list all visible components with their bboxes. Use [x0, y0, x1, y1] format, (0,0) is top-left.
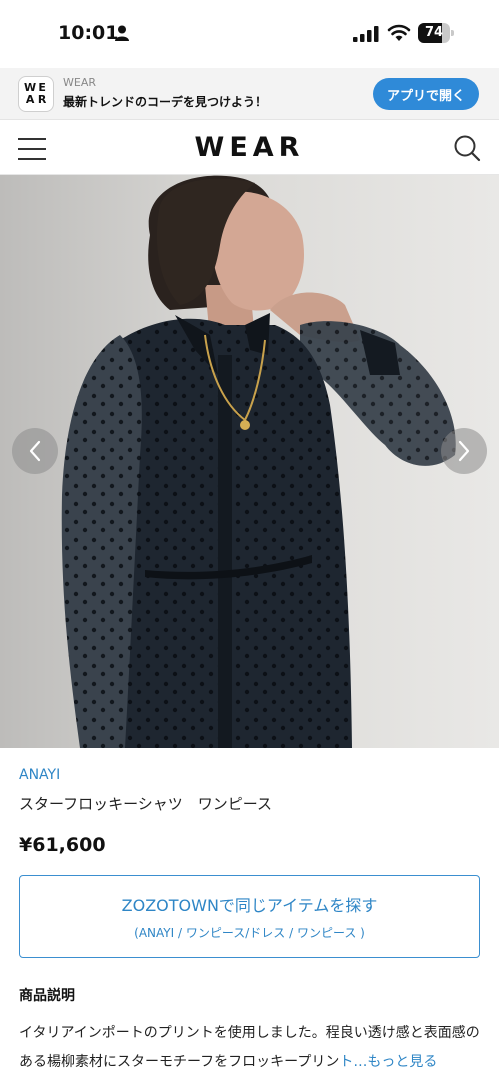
product-name: スターフロッキーシャツ ワンピース — [19, 795, 273, 813]
zozotown-search-button[interactable]: ZOZOTOWNで同じアイテムを探す (ANAYI / ワンピース/ドレス / … — [19, 875, 480, 958]
description-heading: 商品説明 — [19, 988, 75, 1004]
chevron-left-icon — [29, 440, 41, 462]
zozotown-button-subtitle: (ANAYI / ワンピース/ドレス / ワンピース ) — [134, 926, 365, 940]
product-price: ¥61,600 — [19, 834, 106, 856]
app-install-banner[interactable]: W E A R WEAR 最新トレンドのコーデを見つけよう！ アプリで開く — [0, 68, 499, 120]
description-text: イタリアインポートのプリントを使用しました。程良い透け感と表面感のある楊柳素材に… — [19, 1019, 480, 1077]
zozotown-button-title: ZOZOTOWNで同じアイテムを探す — [121, 896, 378, 915]
battery-indicator: 74 — [418, 23, 454, 43]
search-icon[interactable] — [453, 134, 481, 162]
person-icon — [115, 25, 129, 41]
status-time: 10:01 — [58, 22, 119, 44]
product-photo — [0, 175, 499, 748]
site-header: WEAR — [0, 120, 499, 175]
site-logo[interactable]: WEAR — [0, 132, 499, 163]
battery-level: 74 — [424, 25, 444, 40]
cellular-signal-icon — [353, 26, 379, 42]
status-bar: 10:01 74 — [0, 0, 499, 68]
product-info: ANAYI スターフロッキーシャツ ワンピース ¥61,600 ZOZOTOWN… — [0, 767, 499, 1077]
open-in-app-button[interactable]: アプリで開く — [373, 78, 479, 110]
chevron-right-icon — [458, 440, 470, 462]
carousel-next-button[interactable] — [441, 428, 487, 474]
banner-tagline: 最新トレンドのコーデを見つけよう！ — [63, 95, 268, 109]
banner-app-name: WEAR — [63, 76, 96, 89]
brand-link[interactable]: ANAYI — [19, 767, 480, 783]
carousel-prev-button[interactable] — [12, 428, 58, 474]
wifi-icon — [387, 24, 411, 41]
read-more-link[interactable]: ト…もっと見る — [339, 1054, 437, 1070]
product-image-carousel[interactable] — [0, 175, 499, 748]
app-logo: W E A R — [18, 76, 54, 112]
